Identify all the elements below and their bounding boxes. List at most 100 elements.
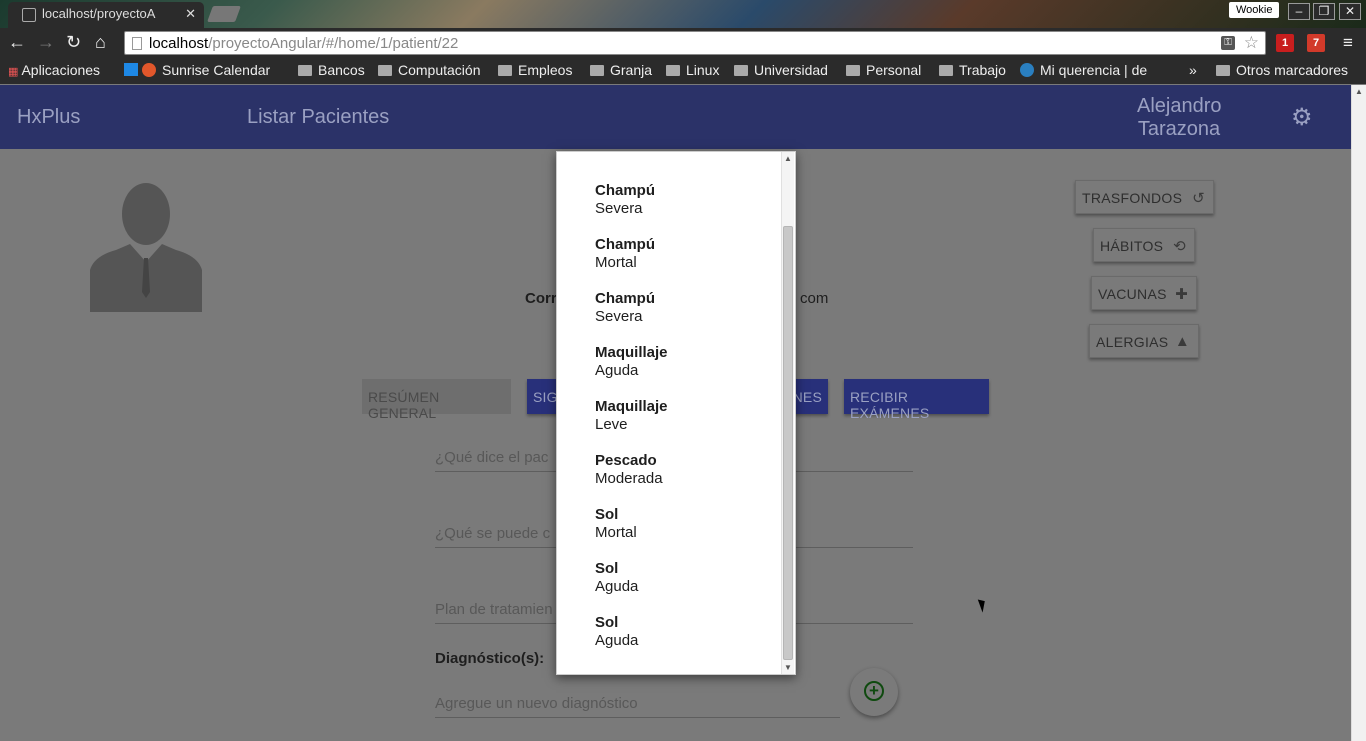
tab-receive-exams[interactable]: RECIBIR EXÁMENES bbox=[844, 379, 989, 421]
patient-avatar-icon bbox=[90, 183, 202, 312]
allergy-option[interactable]: Champú Mortal bbox=[595, 236, 655, 272]
bookmark-sunrise[interactable]: Sunrise Calendar bbox=[124, 62, 270, 78]
add-circle-icon: + bbox=[864, 681, 884, 701]
address-bar[interactable]: localhost/proyectoAngular/#/home/1/patie… bbox=[124, 31, 1266, 55]
browser-menu-icon[interactable]: ≡ bbox=[1343, 34, 1353, 52]
folder-icon bbox=[939, 65, 953, 76]
apps-grid-icon: ▦ bbox=[8, 66, 22, 78]
bookmark-folder-bancos[interactable]: Bancos bbox=[298, 62, 365, 78]
backgrounds-button[interactable]: TRASFONDOS ↺ bbox=[1075, 180, 1214, 214]
settings-gear-icon[interactable]: ⚙ bbox=[1291, 103, 1313, 132]
bookmark-label: Mi querencia | de bbox=[1040, 62, 1148, 78]
window-close-icon[interactable]: ✕ bbox=[1339, 3, 1361, 20]
warning-icon: ▲ bbox=[1174, 333, 1190, 350]
allergy-dropdown[interactable]: Champú Severa Champú Mortal Champú Severa Maqu… bbox=[556, 151, 796, 675]
allergy-option[interactable]: Sol Aguda bbox=[595, 560, 638, 596]
scroll-up-icon[interactable]: ▲ bbox=[1355, 87, 1363, 96]
extension-key-icon[interactable]: ⚿ bbox=[1221, 36, 1235, 50]
allergy-name: Champú bbox=[595, 182, 655, 199]
home-icon[interactable]: ⌂ bbox=[95, 32, 106, 52]
bookmark-folder-linux[interactable]: Linux bbox=[666, 62, 719, 78]
scroll-up-arrow-icon[interactable]: ▲ bbox=[784, 154, 792, 163]
bookmark-other[interactable]: Otros marcadores bbox=[1216, 62, 1348, 78]
allergy-option[interactable]: Champú Severa bbox=[595, 290, 655, 326]
bookmarks-bar: ▦ Aplicaciones Sunrise Calendar Bancos C… bbox=[0, 58, 1366, 84]
bookmark-folder-universidad[interactable]: Universidad bbox=[734, 62, 828, 78]
bookmark-label: Universidad bbox=[754, 62, 828, 78]
bookmark-folder-empleos[interactable]: Empleos bbox=[498, 62, 572, 78]
allergy-severity: Aguda bbox=[595, 632, 639, 649]
reload-icon[interactable]: ↻ bbox=[66, 32, 81, 52]
folder-icon bbox=[666, 65, 680, 76]
browser-tab[interactable]: localhost/proyectoA ✕ bbox=[8, 2, 204, 28]
allergy-option[interactable]: Maquillaje Leve bbox=[595, 398, 668, 434]
bookmark-folder-granja[interactable]: Granja bbox=[590, 62, 652, 78]
bookmark-apps[interactable]: ▦ Aplicaciones bbox=[8, 62, 100, 78]
minimize-icon[interactable]: – bbox=[1288, 3, 1310, 20]
todo-extension-icon[interactable]: 7 bbox=[1307, 34, 1325, 52]
bookmark-label: Trabajo bbox=[959, 62, 1006, 78]
bookmark-label: Granja bbox=[610, 62, 653, 78]
window-titlebar: localhost/proyectoA ✕ Wookie – ❐ ✕ bbox=[0, 0, 1366, 28]
app-header: HxPlus Listar Pacientes Alejandro Tarazo… bbox=[0, 85, 1351, 149]
allergy-name: Maquillaje bbox=[595, 344, 668, 361]
vaccines-label: VACUNAS bbox=[1098, 286, 1167, 302]
allergy-severity: Mortal bbox=[595, 254, 637, 271]
profile-badge[interactable]: Wookie bbox=[1229, 2, 1280, 18]
allergy-name: Maquillaje bbox=[595, 398, 668, 415]
folder-icon bbox=[734, 65, 748, 76]
extension-badge: 1 bbox=[1281, 37, 1289, 49]
allergy-name: Sol bbox=[595, 614, 619, 631]
page-scrollbar[interactable]: ▲ bbox=[1351, 85, 1366, 741]
bookmark-folder-computacion[interactable]: Computación bbox=[378, 62, 481, 78]
scroll-down-arrow-icon[interactable]: ▼ bbox=[784, 663, 792, 672]
user-last-name: Tarazona bbox=[1137, 118, 1221, 140]
bookmark-folder-personal[interactable]: Personal bbox=[846, 62, 921, 78]
allergy-severity: Severa bbox=[595, 308, 643, 325]
restore-icon[interactable]: ❐ bbox=[1313, 3, 1335, 20]
vaccines-button[interactable]: VACUNAS ✚ bbox=[1091, 276, 1197, 310]
tab-close-icon[interactable]: ✕ bbox=[185, 6, 196, 22]
new-diagnosis-placeholder: Agregue un nuevo diagnóstico bbox=[435, 695, 638, 712]
page-icon bbox=[132, 37, 142, 50]
user-name[interactable]: Alejandro Tarazona bbox=[1137, 95, 1222, 141]
nav-list-patients[interactable]: Listar Pacientes bbox=[247, 106, 389, 129]
bookmark-label: Empleos bbox=[518, 62, 573, 78]
add-diagnosis-button[interactable]: + bbox=[850, 668, 898, 716]
folder-icon bbox=[298, 65, 312, 76]
allergy-name: Sol bbox=[595, 506, 619, 523]
sync-problem-icon: ⟲ bbox=[1173, 238, 1186, 255]
allergy-option[interactable]: Maquillaje Aguda bbox=[595, 344, 668, 380]
new-diagnosis-input[interactable]: Agregue un nuevo diagnóstico bbox=[435, 695, 840, 718]
forward-icon[interactable]: → bbox=[37, 32, 55, 52]
page-favicon-icon bbox=[22, 8, 36, 22]
folder-icon bbox=[498, 65, 512, 76]
backgrounds-label: TRASFONDOS bbox=[1082, 190, 1183, 206]
bookmarks-overflow-icon[interactable]: » bbox=[1189, 62, 1197, 78]
bookmark-folder-trabajo[interactable]: Trabajo bbox=[939, 62, 1006, 78]
tab-general-summary[interactable]: RESÚMEN GENERAL bbox=[362, 379, 511, 421]
allergy-name: Champú bbox=[595, 290, 655, 307]
new-tab-button[interactable] bbox=[207, 6, 241, 22]
allergy-option[interactable]: Sol Mortal bbox=[595, 506, 637, 542]
allergy-option[interactable]: Sol Aguda bbox=[595, 614, 638, 650]
bookmark-label: Computación bbox=[398, 62, 481, 78]
allergies-label: ALERGIAS bbox=[1096, 334, 1169, 350]
allergy-option[interactable]: Champú Severa bbox=[595, 182, 655, 218]
bookmark-mi-querencia[interactable]: Mi querencia | de bbox=[1020, 62, 1147, 78]
folder-icon bbox=[1216, 65, 1230, 76]
extension-icon[interactable]: 1 bbox=[1276, 34, 1294, 52]
patient-email-value: com bbox=[800, 290, 829, 307]
plan-placeholder: Plan de tratamien bbox=[435, 601, 553, 618]
folder-icon bbox=[590, 65, 604, 76]
history-icon: ↺ bbox=[1192, 190, 1205, 207]
scrollbar-thumb[interactable] bbox=[783, 226, 793, 660]
dropdown-scrollbar[interactable]: ▲ ▼ bbox=[781, 152, 794, 674]
app-brand[interactable]: HxPlus bbox=[17, 106, 80, 129]
twitter-icon bbox=[124, 63, 138, 76]
allergy-option[interactable]: Pescado Moderada bbox=[595, 452, 663, 488]
habits-button[interactable]: HÁBITOS ⟲ bbox=[1093, 228, 1195, 262]
bookmark-star-icon[interactable]: ☆ bbox=[1244, 33, 1259, 53]
back-icon[interactable]: ← bbox=[8, 32, 26, 52]
allergies-button[interactable]: ALERGIAS ▲ bbox=[1089, 324, 1199, 358]
